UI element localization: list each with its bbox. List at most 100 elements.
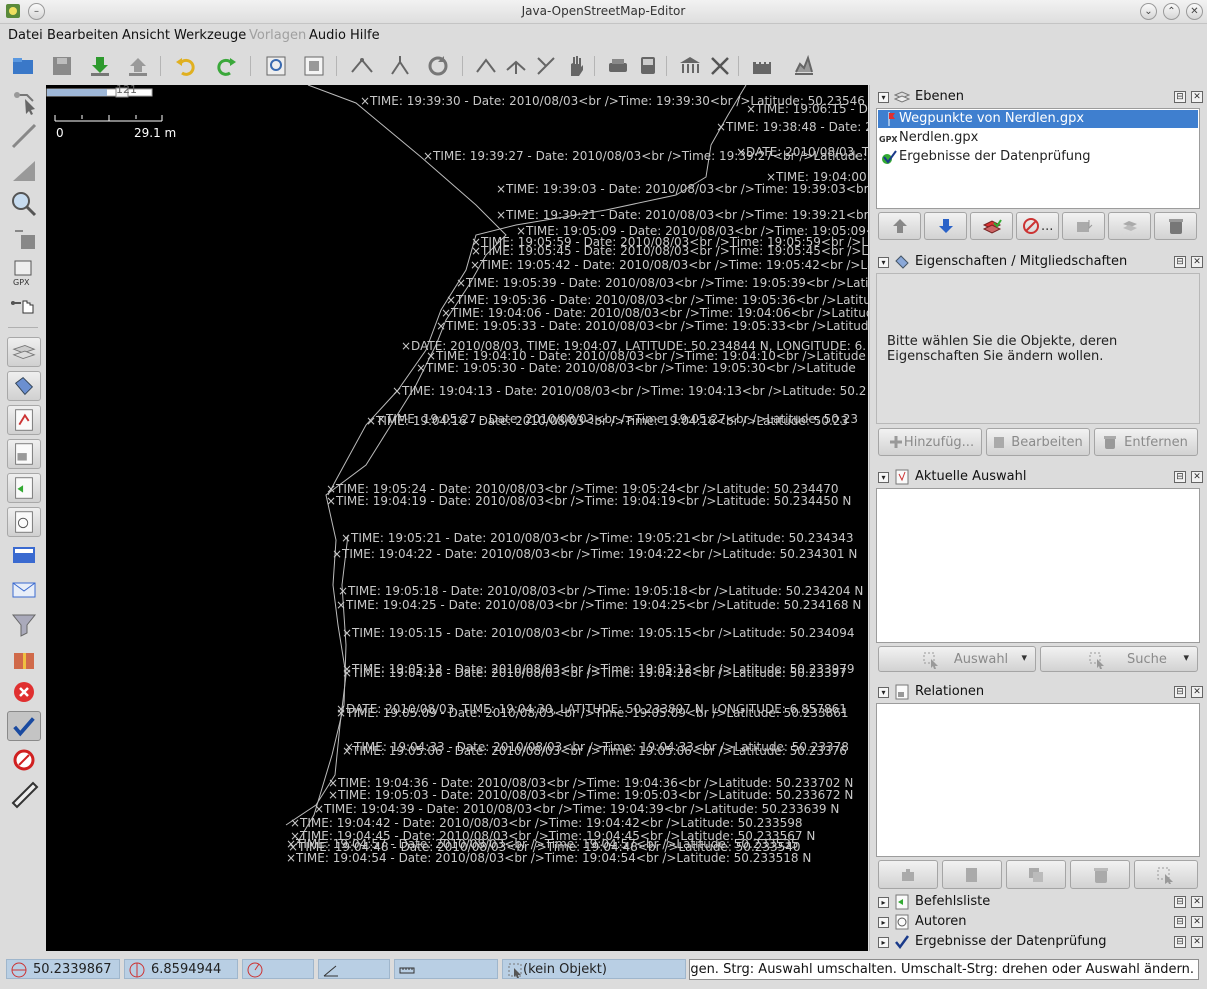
detach-icon[interactable]: ⊟ (1174, 686, 1186, 698)
select-tool-icon[interactable] (7, 87, 41, 117)
building-icon[interactable] (678, 54, 702, 78)
merge-layer-button[interactable] (1062, 212, 1105, 240)
selection-search-button[interactable]: Suche ▾ (1040, 646, 1198, 672)
detach-icon[interactable]: ⊟ (1174, 91, 1186, 103)
menu-datei[interactable]: Datei (8, 28, 43, 43)
layer-visibility-button[interactable]: ... (1016, 212, 1059, 240)
car-icon[interactable] (606, 54, 630, 78)
maximize-button[interactable]: ⌃ (1163, 3, 1180, 20)
gpx-icon[interactable]: GPX (7, 257, 41, 287)
map-view[interactable]: 121 0 29.1 m ×TIME: 19:39:30 - Date: 201… (46, 85, 868, 951)
collapse-arrow-icon[interactable]: ▾ (878, 257, 889, 268)
layers-panel-icon[interactable] (7, 337, 41, 367)
collapse-arrow-icon[interactable]: ▾ (878, 687, 889, 698)
menu-vorlagen[interactable]: Vorlagen (249, 28, 306, 43)
close-panel-icon[interactable]: ✕ (1191, 91, 1203, 103)
layer-item-validation[interactable]: Ergebnisse der Datenprüfung (878, 148, 1198, 166)
layer-list-icon[interactable] (302, 54, 326, 78)
dropdown-arrow-icon[interactable]: ▾ (1021, 651, 1027, 664)
select-relation-members-button[interactable] (1134, 860, 1198, 889)
zoom-tool-icon[interactable] (7, 189, 41, 219)
save-icon[interactable] (50, 54, 74, 78)
selection-panel-icon[interactable] (7, 439, 41, 469)
new-relation-button[interactable] (878, 860, 938, 889)
detach-icon[interactable]: ⊟ (1174, 471, 1186, 483)
selection-select-button[interactable]: Auswahl ▾ (878, 646, 1036, 672)
bus-icon[interactable] (636, 54, 660, 78)
notes-icon[interactable] (7, 541, 41, 571)
edit-relation-button[interactable] (942, 860, 1002, 889)
draw-tool-icon[interactable] (7, 121, 41, 151)
duplicate-layer-button[interactable] (1108, 212, 1151, 240)
cross-icon[interactable] (708, 54, 732, 78)
expand-arrow-icon[interactable]: ▸ (878, 917, 889, 928)
selection-list[interactable] (876, 488, 1200, 643)
properties-panel-icon[interactable] (7, 371, 41, 401)
menu-hilfe[interactable]: Hilfe (350, 28, 380, 43)
close-panel-icon[interactable]: ✕ (1191, 936, 1203, 948)
collapse-arrow-icon[interactable]: ▾ (878, 92, 889, 103)
close-panel-icon[interactable]: ✕ (1191, 256, 1203, 268)
edit-property-button[interactable]: Bearbeiten (986, 428, 1090, 456)
relations-panel-header[interactable]: ▾ Relationen ⊟ ✕ (874, 682, 1204, 702)
detach-icon[interactable]: ⊟ (1174, 936, 1186, 948)
menu-bearbeiten[interactable]: Bearbeiten (47, 28, 118, 43)
duplicate-relation-button[interactable] (1006, 860, 1066, 889)
relations-list[interactable] (876, 703, 1200, 857)
upload-icon[interactable] (126, 54, 150, 78)
align-circle-icon[interactable] (474, 54, 498, 78)
delete-layer-button[interactable] (1154, 212, 1197, 240)
detach-icon[interactable]: ⊟ (1174, 896, 1186, 908)
gift-icon[interactable] (7, 643, 41, 673)
chart-icon[interactable] (792, 54, 816, 78)
menu-ansicht[interactable]: Ansicht (122, 28, 170, 43)
funnel-icon[interactable] (7, 609, 41, 639)
minimize-button[interactable]: ⌄ (1140, 3, 1157, 20)
history-panel-icon[interactable] (7, 473, 41, 503)
layers-panel-header[interactable]: ▾ Ebenen ⊟ ✕ (874, 87, 1204, 107)
redo-icon[interactable] (214, 54, 238, 78)
close-button[interactable]: ✕ (1186, 3, 1203, 20)
dropdown-arrow-icon[interactable]: ▾ (1183, 651, 1189, 664)
detach-icon[interactable]: ⊟ (1174, 256, 1186, 268)
close-panel-icon[interactable]: ✕ (1191, 471, 1203, 483)
relations-panel-icon[interactable] (7, 405, 41, 435)
commands-panel-header[interactable]: ▸ Befehlsliste ⊟ ✕ (874, 892, 1204, 912)
collapse-arrow-icon[interactable]: ▾ (878, 472, 889, 483)
measure-icon[interactable] (7, 779, 41, 809)
window-menu-button[interactable]: – (28, 3, 45, 20)
hand-icon[interactable] (564, 54, 588, 78)
validation-panel-header[interactable]: ▸ Ergebnisse der Datenprüfung ⊟ ✕ (874, 932, 1204, 952)
orthogonalize-icon[interactable] (534, 54, 558, 78)
open-icon[interactable] (11, 54, 35, 78)
mail-icon[interactable] (7, 575, 41, 605)
close-panel-icon[interactable]: ✕ (1191, 686, 1203, 698)
layer-item-nerdlen-gpx[interactable]: GPX Nerdlen.gpx (878, 129, 1198, 147)
close-panel-icon[interactable]: ✕ (1191, 896, 1203, 908)
align-line-icon[interactable] (504, 54, 528, 78)
preferences-icon[interactable] (264, 54, 288, 78)
authors-panel-header[interactable]: ▸ Autoren ⊟ ✕ (874, 912, 1204, 932)
selection-panel-header[interactable]: ▾ Aktuelle Auswahl ⊟ ✕ (874, 467, 1204, 487)
move-layer-down-button[interactable] (924, 212, 967, 240)
activate-layer-button[interactable] (970, 212, 1013, 240)
combine-way-icon[interactable] (388, 54, 412, 78)
layer-item-wegpunkte[interactable]: Wegpunkte von Nerdlen.gpx (878, 110, 1198, 128)
delete-tool-icon[interactable] (7, 223, 41, 253)
refresh-icon[interactable] (426, 54, 450, 78)
move-icon[interactable] (7, 291, 41, 321)
undo-icon[interactable] (174, 54, 198, 78)
improve-way-icon[interactable] (7, 155, 41, 185)
castle-icon[interactable] (750, 54, 774, 78)
expand-arrow-icon[interactable]: ▸ (878, 897, 889, 908)
detach-icon[interactable]: ⊟ (1174, 916, 1186, 928)
remove-property-button[interactable]: Entfernen (1094, 428, 1198, 456)
error-icon[interactable] (7, 677, 41, 707)
add-property-button[interactable]: Hinzufüg... (878, 428, 982, 456)
close-panel-icon[interactable]: ✕ (1191, 916, 1203, 928)
properties-panel-header[interactable]: ▾ Eigenschaften / Mitgliedschaften ⊟ ✕ (874, 252, 1204, 272)
delete-relation-button[interactable] (1070, 860, 1130, 889)
move-layer-up-button[interactable] (878, 212, 921, 240)
menu-audio[interactable]: Audio (309, 28, 346, 43)
download-icon[interactable] (88, 54, 112, 78)
